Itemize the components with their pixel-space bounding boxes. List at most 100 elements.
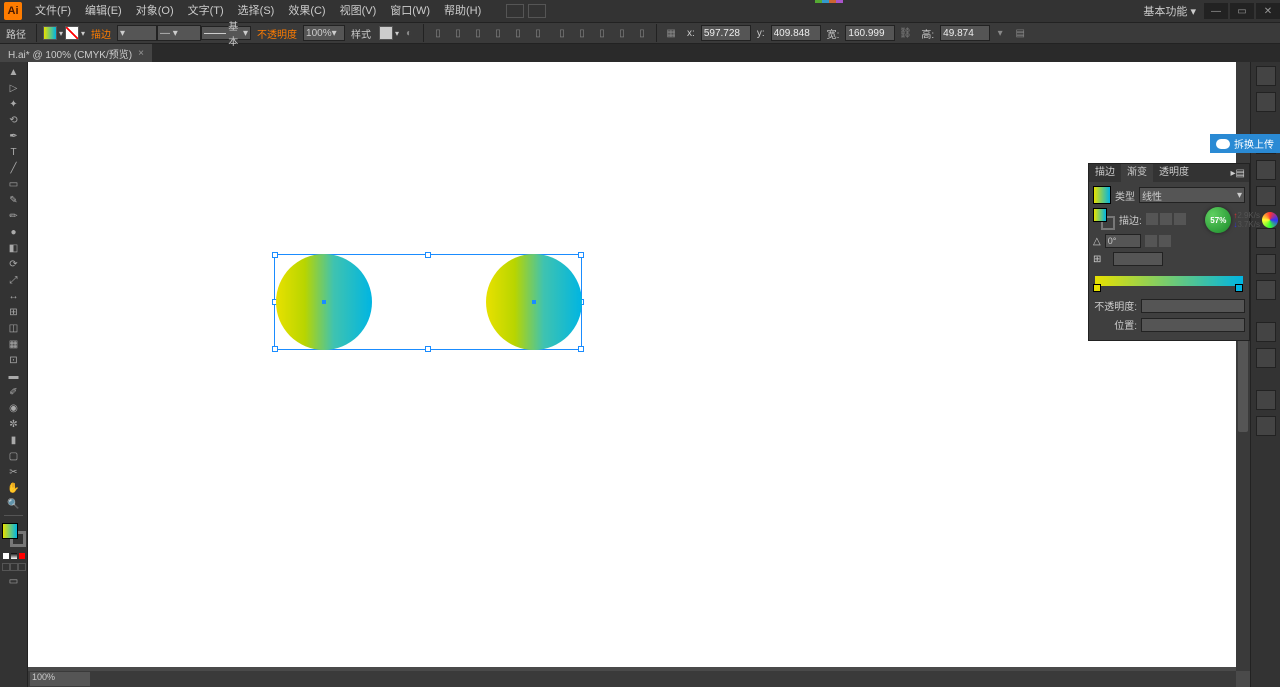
eyedropper-tool[interactable]: ✐ xyxy=(2,384,26,400)
gradient-circle-1[interactable] xyxy=(276,254,372,350)
transform-icon[interactable]: ▦ xyxy=(663,25,679,41)
fill-swatch[interactable] xyxy=(43,26,57,40)
direct-selection-tool[interactable]: ▷ xyxy=(2,80,26,96)
controlbar-menu-icon[interactable]: ▤ xyxy=(1012,25,1028,41)
dock-color-guide-icon[interactable] xyxy=(1256,92,1276,112)
dock-color-icon[interactable] xyxy=(1256,66,1276,86)
dock-appearance-icon[interactable] xyxy=(1256,322,1276,342)
stop-position-dropdown[interactable] xyxy=(1141,318,1245,332)
gradient-circle-2[interactable] xyxy=(486,254,582,350)
network-ball-icon[interactable] xyxy=(1262,212,1278,228)
close-button[interactable]: ✕ xyxy=(1256,3,1280,19)
stroke-weight-dropdown[interactable]: ▾ xyxy=(117,25,157,41)
dock-layers-icon[interactable] xyxy=(1256,390,1276,410)
menu-object[interactable]: 对象(O) xyxy=(129,0,181,22)
eraser-tool[interactable]: ◧ xyxy=(2,240,26,256)
menu-window[interactable]: 窗口(W) xyxy=(383,0,437,22)
menu-effect[interactable]: 效果(C) xyxy=(281,0,332,22)
width-tool[interactable]: ↔ xyxy=(2,288,26,304)
free-transform-tool[interactable]: ⊞ xyxy=(2,304,26,320)
align-bottom-icon[interactable]: ▯ xyxy=(530,25,546,41)
dock-brushes-icon[interactable] xyxy=(1256,160,1276,180)
gradient-tool[interactable]: ▬ xyxy=(2,368,26,384)
handle-n[interactable] xyxy=(425,252,431,258)
angle-input[interactable] xyxy=(1105,234,1141,248)
cloud-upload-tag[interactable]: 拆换上传 xyxy=(1210,134,1280,153)
panel-tab-transparency[interactable]: 透明度 xyxy=(1153,164,1195,182)
gradient-stop-2[interactable] xyxy=(1235,284,1243,292)
rotate-tool[interactable]: ⟳ xyxy=(2,256,26,272)
document-tab[interactable]: H.ai* @ 100% (CMYK/预览) × xyxy=(0,44,152,63)
fill-stroke-control[interactable] xyxy=(2,523,26,547)
gradient-stop-1[interactable] xyxy=(1093,284,1101,292)
opacity-dropdown[interactable]: 100%▾ xyxy=(303,25,345,41)
y-input[interactable] xyxy=(771,25,821,41)
document-tab-close-icon[interactable]: × xyxy=(138,48,144,59)
menu-edit[interactable]: 编辑(E) xyxy=(78,0,129,22)
column-graph-tool[interactable]: ▮ xyxy=(2,432,26,448)
stroke-gradient-mode[interactable] xyxy=(1146,213,1186,225)
type-tool[interactable]: T xyxy=(2,144,26,160)
aspect-input[interactable] xyxy=(1113,252,1163,266)
w-input[interactable] xyxy=(845,25,895,41)
scale-tool[interactable]: ⤢ xyxy=(2,272,26,288)
align-vcenter-icon[interactable]: ▯ xyxy=(510,25,526,41)
align-hcenter-icon[interactable]: ▯ xyxy=(450,25,466,41)
blend-tool[interactable]: ◉ xyxy=(2,400,26,416)
distribute-spacing-v-icon[interactable]: ▯ xyxy=(614,25,630,41)
handle-ne[interactable] xyxy=(578,252,584,258)
rectangle-tool[interactable]: ▭ xyxy=(2,176,26,192)
stroke-dash-dropdown[interactable]: 基本 ▾ xyxy=(201,26,251,40)
menu-help[interactable]: 帮助(H) xyxy=(437,0,488,22)
mesh-tool[interactable]: ⊡ xyxy=(2,352,26,368)
zoom-dropdown[interactable]: 100% xyxy=(30,672,90,686)
shape-builder-tool[interactable]: ◫ xyxy=(2,320,26,336)
hand-tool[interactable]: ✋ xyxy=(2,480,26,496)
menu-view[interactable]: 视图(V) xyxy=(333,0,384,22)
distribute-h-icon[interactable]: ▯ xyxy=(554,25,570,41)
pencil-tool[interactable]: ✏ xyxy=(2,208,26,224)
line-tool[interactable]: ╱ xyxy=(2,160,26,176)
gradient-preview-swatch[interactable] xyxy=(1093,186,1111,204)
stop-opacity-dropdown[interactable] xyxy=(1141,299,1245,313)
menu-type[interactable]: 文字(T) xyxy=(181,0,231,22)
align-to-icon[interactable]: ▯ xyxy=(634,25,650,41)
blob-brush-tool[interactable]: ● xyxy=(2,224,26,240)
handle-se[interactable] xyxy=(578,346,584,352)
workspace-switcher[interactable]: 基本功能 ▾ xyxy=(1137,3,1202,19)
artboard-tool[interactable]: ▢ xyxy=(2,448,26,464)
zoom-tool[interactable]: 🔍 xyxy=(2,496,26,512)
align-right-icon[interactable]: ▯ xyxy=(470,25,486,41)
draw-mode-row[interactable] xyxy=(0,563,27,571)
symbol-sprayer-tool[interactable]: ✼ xyxy=(2,416,26,432)
align-left-icon[interactable]: ▯ xyxy=(430,25,446,41)
menu-file[interactable]: 文件(F) xyxy=(28,0,78,22)
color-mode-row[interactable] xyxy=(0,553,27,559)
aspect-controls[interactable] xyxy=(1145,235,1171,247)
magic-wand-tool[interactable]: ✦ xyxy=(2,96,26,112)
maximize-button[interactable]: ▭ xyxy=(1230,3,1254,19)
x-input[interactable] xyxy=(701,25,751,41)
minimize-button[interactable]: — xyxy=(1204,3,1228,19)
slice-tool[interactable]: ✂ xyxy=(2,464,26,480)
screen-mode-tool[interactable]: ▭ xyxy=(2,573,26,589)
recolor-icon[interactable]: ◐ xyxy=(401,25,417,41)
dock-graphic-styles-icon[interactable] xyxy=(1256,348,1276,368)
handle-sw[interactable] xyxy=(272,346,278,352)
panel-menu-icon[interactable]: ▸▤ xyxy=(1227,168,1249,179)
layout-icon-2[interactable] xyxy=(528,4,546,18)
perspective-grid-tool[interactable]: ▦ xyxy=(2,336,26,352)
panel-fill-stroke[interactable] xyxy=(1093,208,1115,230)
scrollbar-vertical[interactable] xyxy=(1236,62,1250,671)
dock-transparency-icon[interactable] xyxy=(1256,280,1276,300)
pen-tool[interactable]: ✒ xyxy=(2,128,26,144)
network-widget[interactable]: 57% 2.9K/s 3.7K/s xyxy=(1205,207,1278,233)
gradient-type-dropdown[interactable]: 线性▾ xyxy=(1139,187,1245,203)
stroke-profile-dropdown[interactable]: — ▾ xyxy=(157,25,201,41)
selection-tool[interactable]: ▲ xyxy=(2,64,26,80)
distribute-spacing-h-icon[interactable]: ▯ xyxy=(594,25,610,41)
handle-nw[interactable] xyxy=(272,252,278,258)
dock-gradient-icon[interactable] xyxy=(1256,254,1276,274)
stroke-swatch[interactable] xyxy=(65,26,79,40)
panel-tab-gradient[interactable]: 渐变 xyxy=(1121,164,1153,182)
